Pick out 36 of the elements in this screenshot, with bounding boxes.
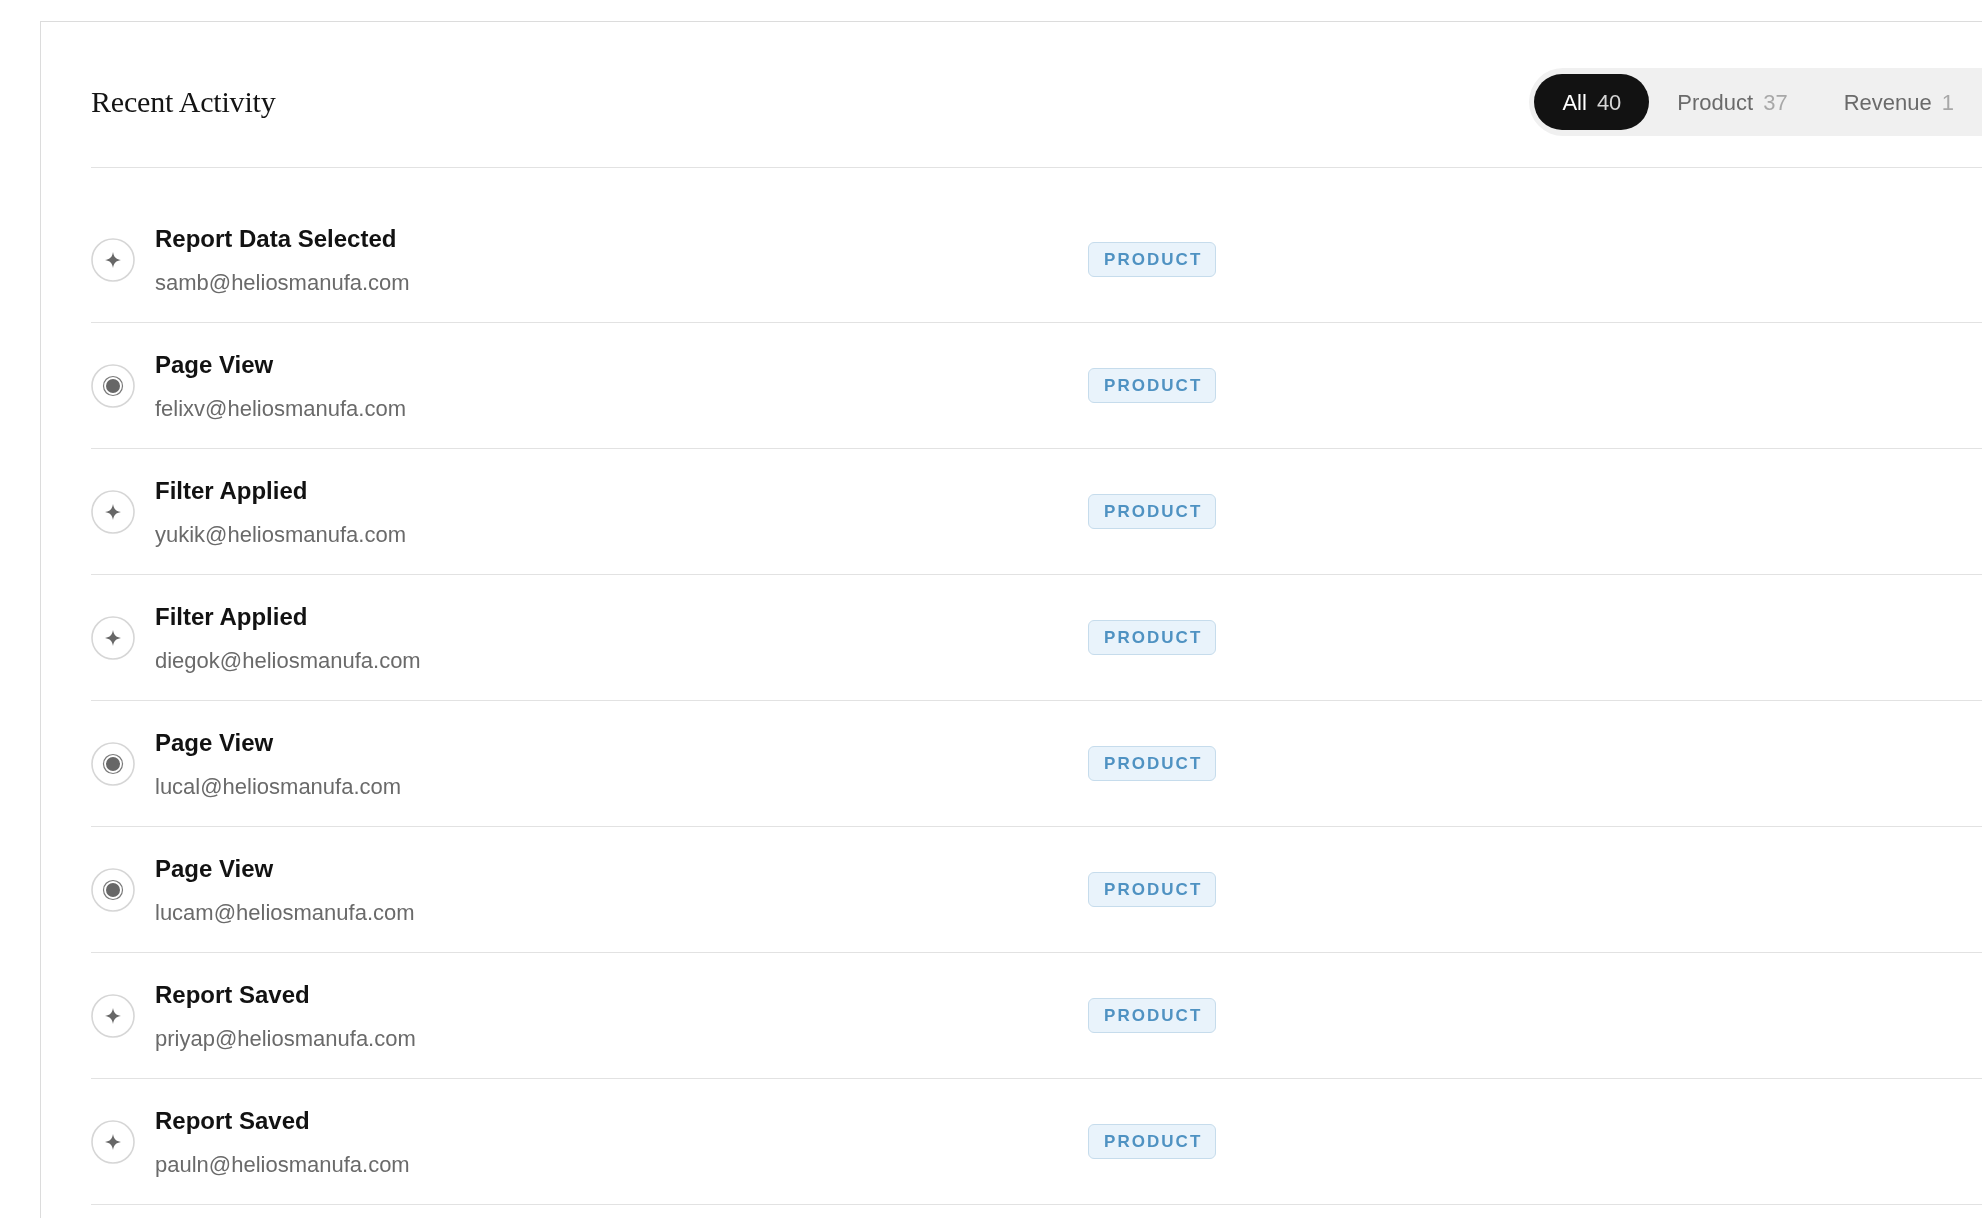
filter-tab[interactable]: Product 37 xyxy=(1649,74,1816,130)
activity-title: Page View xyxy=(155,727,275,758)
activity-title: Page View xyxy=(155,853,275,884)
user-email: lucam@heliosmanufa.com xyxy=(155,898,416,927)
dot-icon xyxy=(91,867,135,912)
user-email: diegok@heliosmanufa.com xyxy=(155,646,422,675)
panel-title: Recent Activity xyxy=(91,84,276,120)
user-email: pauln@heliosmanufa.com xyxy=(155,1150,411,1179)
sparkle-icon xyxy=(91,1119,135,1164)
dot-icon xyxy=(91,741,135,786)
sparkle-icon xyxy=(91,489,135,534)
dot-icon xyxy=(91,363,135,408)
category-tag: PRODUCT xyxy=(1088,494,1217,529)
activity-title: Report Saved xyxy=(155,979,311,1010)
filter-tab[interactable]: Revenue 1 xyxy=(1815,74,1982,130)
sparkle-icon xyxy=(91,615,135,660)
sparkle-icon xyxy=(91,237,135,282)
user-email: lucal@heliosmanufa.com xyxy=(155,772,403,801)
filter-tab[interactable]: All 40 xyxy=(1534,74,1650,130)
category-tag: PRODUCT xyxy=(1088,872,1217,907)
category-tag: PRODUCT xyxy=(1088,746,1217,781)
category-tag: PRODUCT xyxy=(1088,998,1217,1033)
user-email: yukik@heliosmanufa.com xyxy=(155,520,407,549)
user-email: samb@heliosmanufa.com xyxy=(155,268,411,297)
sparkle-icon xyxy=(91,993,135,1038)
category-tag: PRODUCT xyxy=(1088,620,1217,655)
category-tag: PRODUCT xyxy=(1088,368,1217,403)
category-tag: PRODUCT xyxy=(1088,242,1217,277)
user-email: felixv@heliosmanufa.com xyxy=(155,394,407,423)
category-tag: PRODUCT xyxy=(1088,1124,1217,1159)
activity-title: Report Data Selected xyxy=(155,223,398,254)
activity-title: Page View xyxy=(155,349,275,380)
activity-title: Filter Applied xyxy=(155,601,309,632)
activity-title: Filter Applied xyxy=(155,475,309,506)
user-email: priyap@heliosmanufa.com xyxy=(155,1024,417,1053)
activity-title: Report Saved xyxy=(155,1105,311,1136)
